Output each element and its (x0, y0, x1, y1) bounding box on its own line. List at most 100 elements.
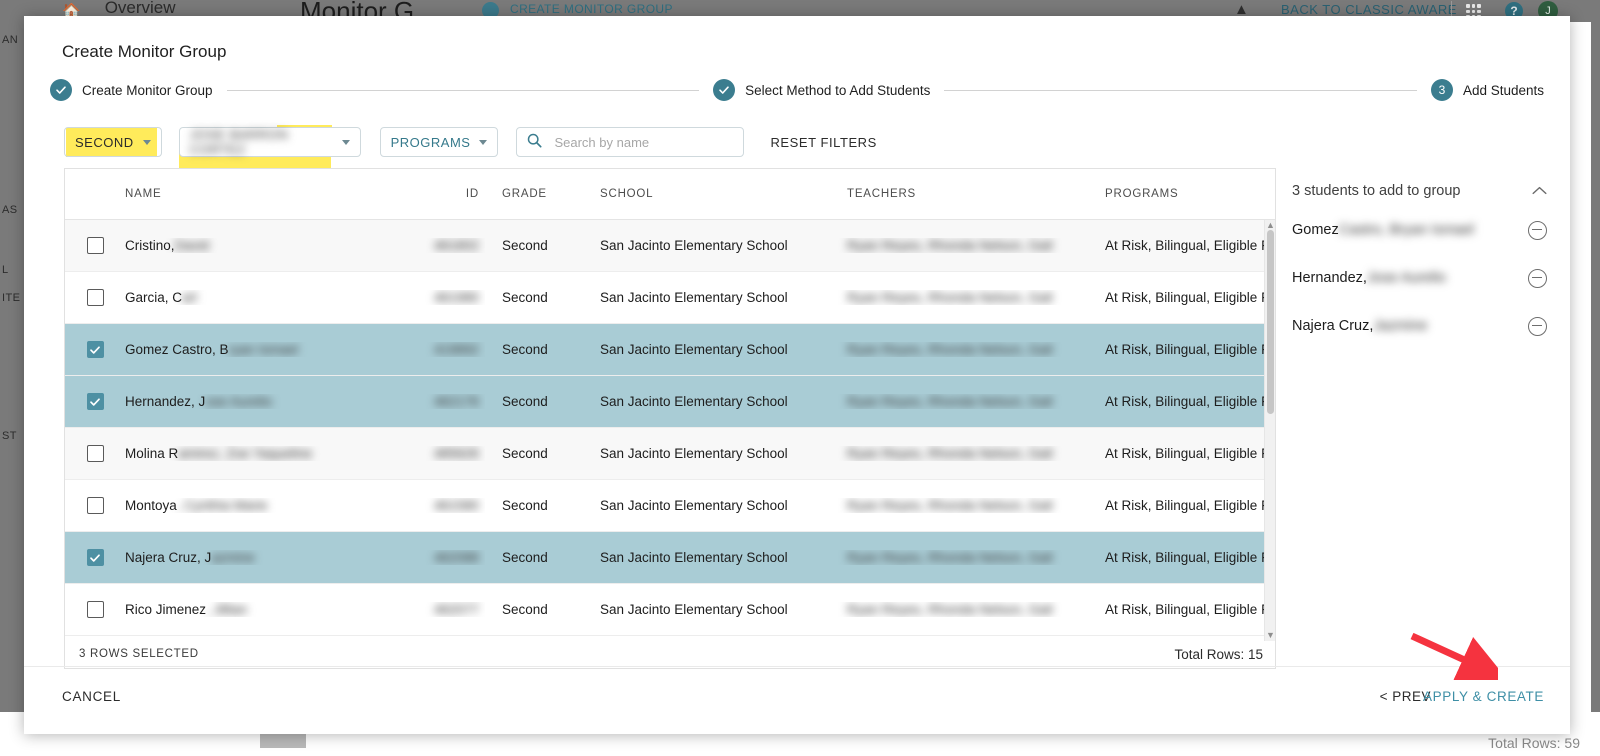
row-checkbox[interactable] (86, 497, 104, 514)
cell-name-redacted: ryan Ismael (228, 342, 299, 357)
reset-filters-button[interactable]: RESET FILTERS (770, 135, 876, 150)
remove-student-icon[interactable] (1528, 268, 1547, 288)
search-input[interactable]: Search by name (554, 135, 649, 150)
cell-name: Cristino,David (125, 238, 425, 253)
chevron-up-icon[interactable] (1532, 185, 1547, 198)
cell-name-visible: Rico Jimenez (125, 602, 207, 617)
cell-name: Najera Cruz, Jazmine (125, 550, 425, 565)
row-checkbox-cell[interactable] (65, 341, 125, 358)
cell-id: 462077 (433, 602, 479, 617)
cell-name: Molina Ramirez, Zoe Yaqueline (125, 446, 425, 461)
cell-name-visible: Montoya (125, 498, 177, 513)
cell-name-visible: Gomez Castro, B (125, 342, 229, 357)
table-row[interactable]: Montoya, Cynthia Marie 461580 Second San Ja… (65, 480, 1275, 532)
search-box[interactable]: Search by name (516, 127, 745, 157)
selected-student-item: Hernandez, Jose Aurelio (1292, 254, 1547, 302)
cell-school: San Jacinto Elementary School (600, 290, 788, 305)
selected-students-panel: 3 students to add to group Gomez Castro,… (1292, 176, 1547, 350)
row-checkbox[interactable] (86, 237, 104, 254)
chevron-down-icon (142, 139, 151, 145)
stepper-step-3-label: Add Students (1462, 82, 1544, 98)
scrollbar-thumb[interactable] (1267, 230, 1274, 414)
cell-grade: Second (502, 342, 548, 357)
table-row[interactable]: Hernandez, Jose Aurelio 462176 Second San J… (65, 376, 1275, 428)
cancel-button[interactable]: CANCEL (62, 689, 121, 704)
column-header-grade[interactable]: GRADE (485, 188, 585, 200)
cell-programs: At Risk, Bilingual, Eligible For Fr... (1105, 498, 1275, 513)
teacher-filter-wrap: JOSE BARRON CORTEZ (178, 125, 361, 170)
column-header-school[interactable]: SCHOOL (585, 188, 835, 200)
row-checkbox[interactable] (86, 549, 104, 566)
column-header-teachers[interactable]: TEACHERS (835, 188, 1093, 200)
cell-id: 462176 (433, 394, 479, 409)
column-header-name[interactable]: NAME (125, 188, 425, 200)
column-header-id[interactable]: ID (425, 188, 485, 200)
programs-filter-dropdown[interactable]: PROGRAMS (379, 127, 499, 157)
cell-name: Gomez Castro, Bryan Ismael (125, 342, 425, 357)
selected-students-header[interactable]: 3 students to add to group (1292, 176, 1547, 206)
row-checkbox-cell[interactable] (65, 601, 125, 618)
step-number-badge: 3 (1430, 79, 1453, 101)
selected-student-item: Najera Cruz, Jazmine (1292, 302, 1547, 350)
cell-school: San Jacinto Elementary School (600, 602, 788, 617)
cell-name-visible: Garcia, C (125, 290, 183, 305)
cell-school: San Jacinto Elementary School (600, 238, 788, 253)
cell-programs: At Risk, Bilingual, Eligible For Fr... (1105, 238, 1275, 253)
stepper-connector-2 (944, 89, 1417, 91)
row-checkbox-cell[interactable] (65, 497, 125, 514)
remove-student-icon[interactable] (1528, 220, 1547, 240)
cell-programs: At Risk, Bilingual, Eligible For Fr... (1105, 550, 1275, 565)
row-checkbox-cell[interactable] (65, 289, 125, 306)
cell-programs: At Risk, Bilingual, Eligible For Fr... (1105, 602, 1275, 617)
selected-student-name: Najera Cruz, Jazmine (1292, 318, 1428, 334)
cell-name-redacted: azmine (211, 550, 255, 565)
cell-name-redacted: arl (182, 290, 198, 305)
cell-name-redacted: , Cynthia Marie (176, 498, 268, 513)
cell-grade: Second (502, 602, 548, 617)
remove-student-icon[interactable] (1528, 316, 1547, 336)
row-checkbox[interactable] (86, 341, 104, 358)
column-header-programs[interactable]: PROGRAMS (1093, 188, 1323, 200)
cell-grade: Second (502, 290, 548, 305)
background-create-monitor-group-label[interactable]: CREATE MONITOR GROUP (510, 2, 673, 16)
cell-school: San Jacinto Elementary School (600, 394, 788, 409)
row-checkbox-cell[interactable] (65, 237, 125, 254)
back-to-classic-aware-link[interactable]: BACK TO CLASSIC AWARE (1281, 2, 1457, 17)
table-vertical-scrollbar[interactable]: ▲ ▼ (1264, 220, 1275, 641)
row-checkbox[interactable] (86, 601, 104, 618)
row-checkbox[interactable] (86, 289, 104, 306)
table-row[interactable]: Garcia, Carl 461980 Second San Jacinto Elem… (65, 272, 1275, 324)
grade-filter-dropdown[interactable]: SECOND (64, 127, 162, 157)
check-icon (50, 79, 72, 101)
search-icon (527, 133, 543, 151)
row-checkbox-cell[interactable] (65, 445, 125, 462)
table-row[interactable]: Cristino,David 461802 Second San Jacinto El… (65, 220, 1275, 272)
row-checkbox-cell[interactable] (65, 549, 125, 566)
teacher-filter-dropdown[interactable]: JOSE BARRON CORTEZ (178, 127, 361, 157)
teacher-filter-value: JOSE BARRON CORTEZ (189, 127, 289, 157)
selected-student-name: Gomez Castro, Bryan Ismael (1292, 222, 1475, 238)
cell-grade: Second (502, 238, 548, 253)
cell-teachers: Ryan Reyes, Rhonda Nelson, Gail (847, 602, 1053, 617)
grade-filter-value: SECOND (75, 134, 134, 150)
apply-and-create-button[interactable]: APPLY & CREATE (1423, 689, 1544, 704)
table-row[interactable]: Molina Ramirez, Zoe Yaqueline 485626 Secon… (65, 428, 1275, 480)
stepper: Create Monitor Group Select Method to Ad… (50, 72, 1544, 108)
table-row[interactable]: Najera Cruz, Jazmine 462088 Second San Jaci… (65, 532, 1275, 584)
table-row[interactable]: Gomez Castro, Bryan Ismael 419892 Second Sa… (65, 324, 1275, 376)
cell-grade: Second (502, 498, 548, 513)
cell-teachers: Ryan Reyes, Rhonda Nelson, Gail (847, 290, 1053, 305)
row-checkbox[interactable] (86, 393, 104, 410)
cell-teachers: Ryan Reyes, Rhonda Nelson, Gail (847, 446, 1053, 461)
cell-school: San Jacinto Elementary School (600, 550, 788, 565)
cell-grade: Second (502, 394, 548, 409)
stepper-step-3[interactable]: 3 Add Students (1430, 79, 1544, 101)
stepper-step-1[interactable]: Create Monitor Group (50, 79, 213, 101)
row-checkbox-cell[interactable] (65, 393, 125, 410)
cell-teachers: Ryan Reyes, Rhonda Nelson, Gail (847, 498, 1053, 513)
row-checkbox[interactable] (86, 445, 104, 462)
chevron-down-icon (479, 139, 488, 145)
table-row[interactable]: Rico Jimenez, Jillian 462077 Second San Jac… (65, 584, 1275, 636)
stepper-step-2[interactable]: Select Method to Add Students (713, 79, 930, 101)
cell-name-visible: Molina R (125, 446, 179, 461)
